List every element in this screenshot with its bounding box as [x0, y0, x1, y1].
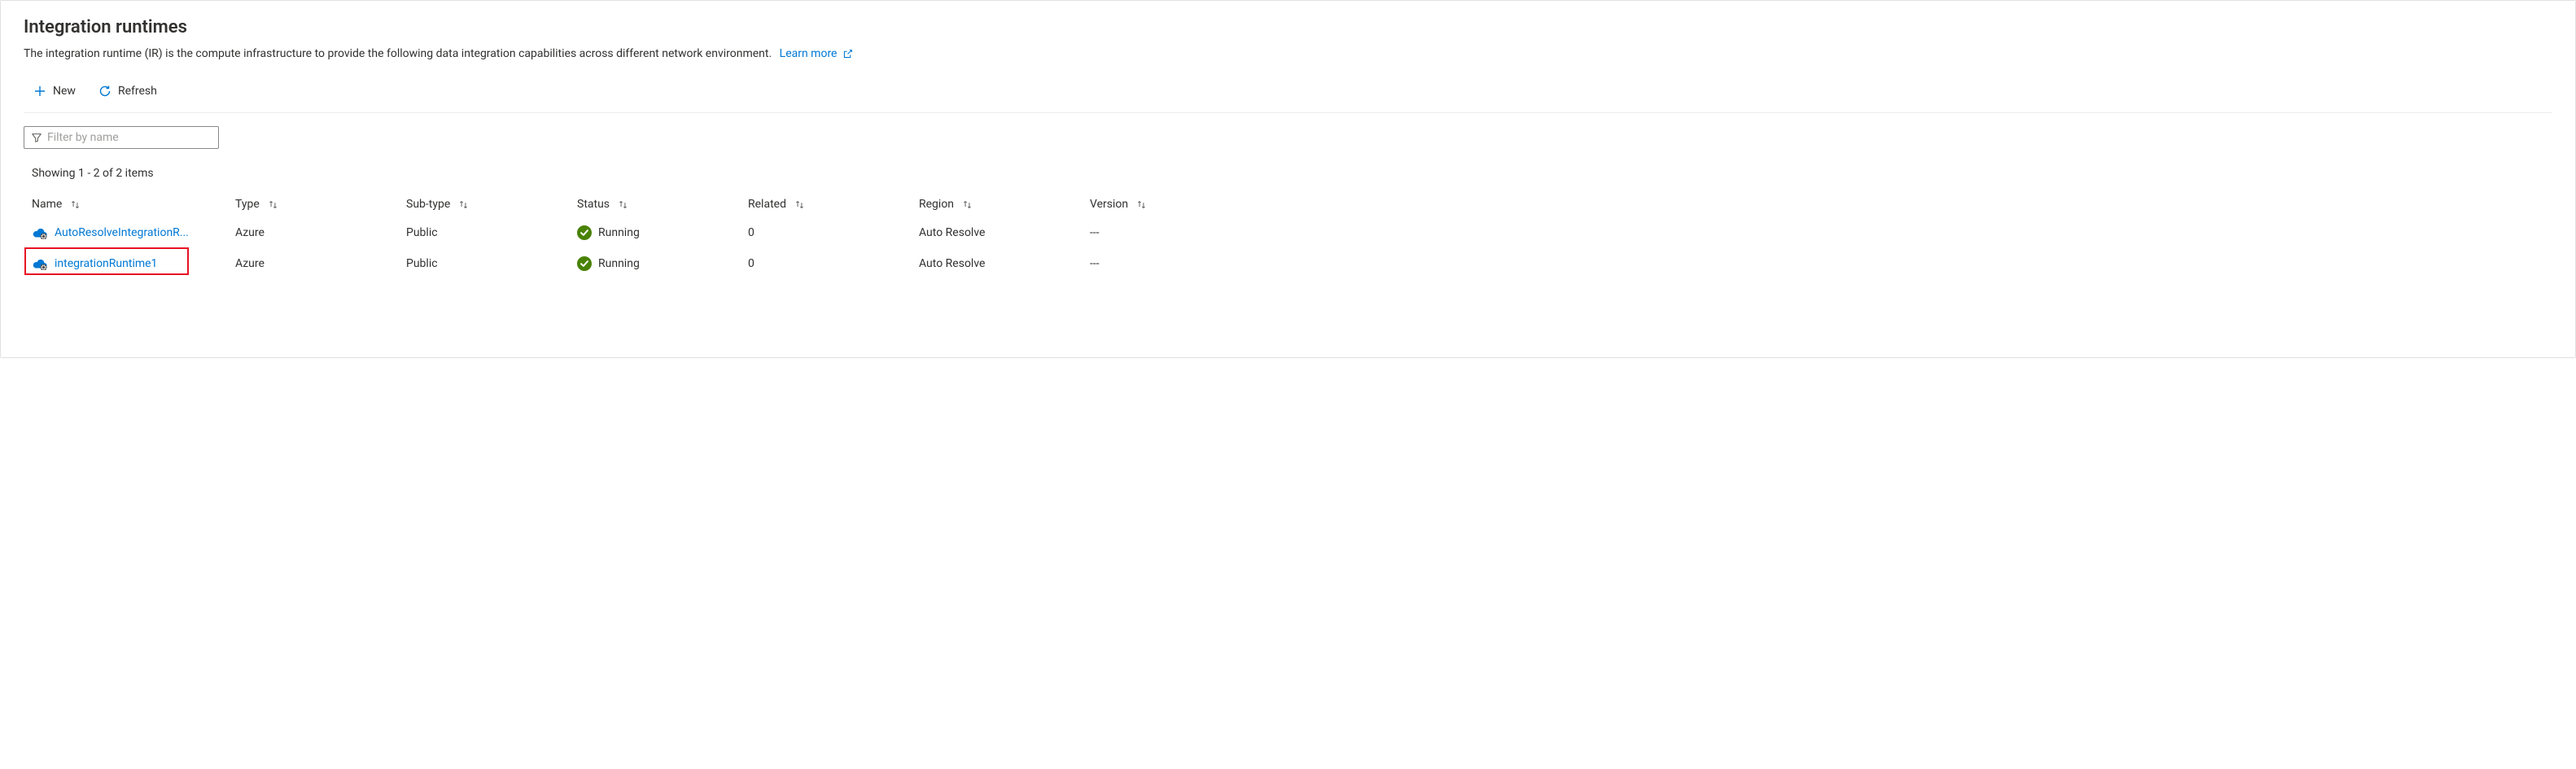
runtime-name-link[interactable]: AutoResolveIntegrationR... — [55, 226, 189, 239]
name-cell: AutoResolveIntegrationR... — [32, 226, 235, 239]
toolbar: New Refresh — [24, 75, 2552, 113]
filter-input[interactable] — [47, 131, 212, 144]
related-cell: 0 — [748, 257, 919, 270]
filter-container[interactable] — [24, 126, 219, 149]
related-cell: 0 — [748, 226, 919, 239]
sort-icon — [70, 199, 81, 210]
type-cell: Azure — [235, 226, 406, 239]
version-cell: --- — [1090, 257, 2544, 270]
new-button[interactable]: New — [30, 81, 79, 101]
sort-icon — [1136, 199, 1147, 210]
description-text: The integration runtime (IR) is the comp… — [24, 47, 772, 60]
integration-runtime-icon — [32, 226, 48, 239]
subtype-cell: Public — [406, 257, 577, 270]
runtime-name-link[interactable]: integrationRuntime1 — [55, 257, 157, 270]
column-header-version-label: Version — [1090, 198, 1128, 211]
refresh-button[interactable]: Refresh — [95, 81, 160, 101]
sort-icon — [962, 199, 973, 210]
refresh-icon — [98, 85, 112, 98]
column-header-related[interactable]: Related — [748, 198, 919, 211]
region-cell: Auto Resolve — [919, 257, 1090, 270]
plus-icon — [33, 85, 46, 98]
column-header-name[interactable]: Name — [32, 198, 235, 211]
new-button-label: New — [53, 85, 76, 98]
results-count: Showing 1 - 2 of 2 items — [32, 167, 2552, 180]
success-check-icon — [577, 256, 592, 271]
status-text: Running — [598, 226, 640, 239]
column-header-region[interactable]: Region — [919, 198, 1090, 211]
page-description: The integration runtime (IR) is the comp… — [24, 47, 2552, 60]
learn-more-label: Learn more — [780, 47, 838, 60]
column-header-region-label: Region — [919, 198, 954, 211]
success-check-icon — [577, 225, 592, 240]
column-header-related-label: Related — [748, 198, 786, 211]
integration-runtimes-table: Name Type Sub-type — [24, 191, 2552, 279]
sort-icon — [794, 199, 805, 210]
learn-more-link[interactable]: Learn more — [780, 47, 853, 60]
type-cell: Azure — [235, 257, 406, 270]
external-link-icon — [842, 49, 853, 59]
integration-runtime-icon — [32, 257, 48, 270]
column-header-status-label: Status — [577, 198, 610, 211]
filter-icon — [31, 132, 42, 143]
page-title: Integration runtimes — [24, 17, 2552, 37]
subtype-cell: Public — [406, 226, 577, 239]
column-header-type-label: Type — [235, 198, 260, 211]
table-row: integrationRuntime1 Azure Public Running… — [24, 248, 2552, 279]
status-cell: Running — [577, 256, 748, 271]
region-cell: Auto Resolve — [919, 226, 1090, 239]
table-row: AutoResolveIntegrationR... Azure Public … — [24, 217, 2552, 248]
column-header-subtype[interactable]: Sub-type — [406, 198, 577, 211]
column-header-status[interactable]: Status — [577, 198, 748, 211]
name-cell: integrationRuntime1 — [32, 257, 235, 270]
column-header-subtype-label: Sub-type — [406, 198, 450, 211]
status-cell: Running — [577, 225, 748, 240]
version-cell: --- — [1090, 226, 2544, 239]
status-text: Running — [598, 257, 640, 270]
column-header-type[interactable]: Type — [235, 198, 406, 211]
refresh-button-label: Refresh — [118, 85, 157, 98]
sort-icon — [268, 199, 278, 210]
column-header-name-label: Name — [32, 198, 62, 211]
table-header-row: Name Type Sub-type — [24, 191, 2552, 217]
column-header-version[interactable]: Version — [1090, 198, 2544, 211]
sort-icon — [618, 199, 628, 210]
sort-icon — [458, 199, 469, 210]
